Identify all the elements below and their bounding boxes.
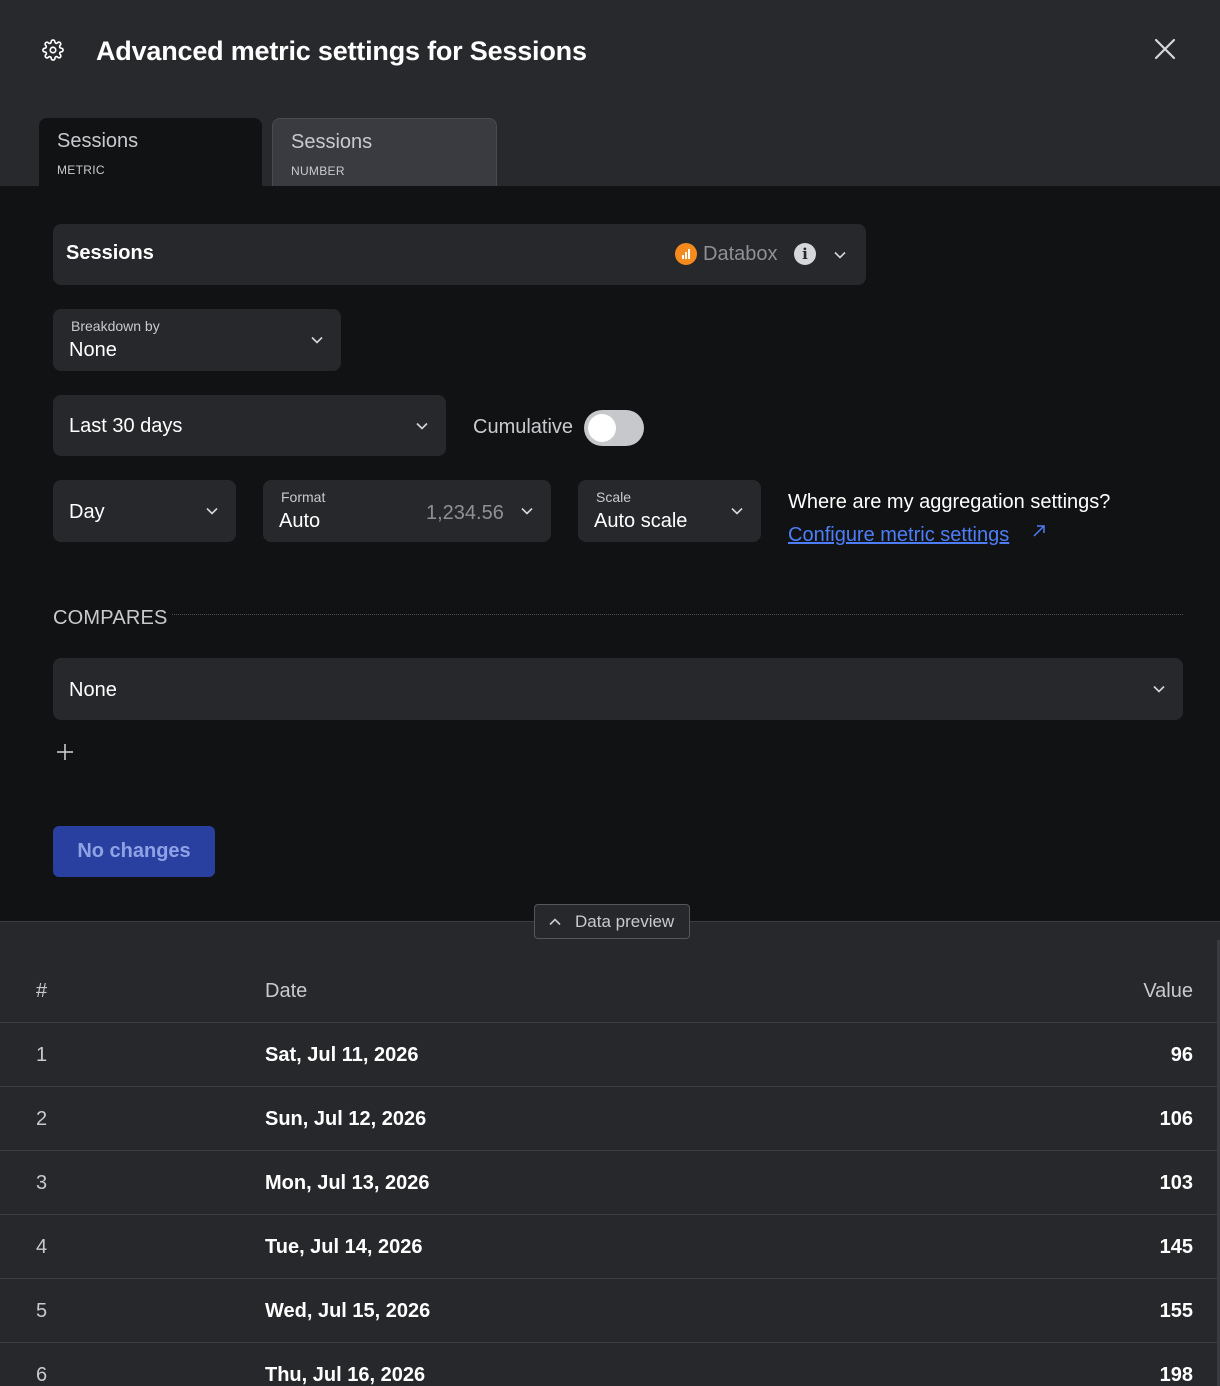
row-value: 145: [1159, 1236, 1193, 1258]
tab-sublabel: METRIC: [57, 163, 105, 177]
row-value: 198: [1159, 1364, 1193, 1386]
cumulative-label: Cumulative: [473, 416, 574, 438]
format-value: Auto: [279, 510, 321, 532]
breakdown-label: Breakdown by: [71, 318, 160, 334]
table-row: 2 Sun, Jul 12, 2026 106: [0, 1086, 1220, 1150]
format-example: 1,234.56: [426, 502, 504, 524]
tab-sublabel: NUMBER: [291, 164, 345, 178]
metric-select[interactable]: Sessions Databox i: [53, 224, 866, 285]
databox-logo-icon: [675, 243, 697, 265]
chevron-down-icon: [416, 422, 428, 430]
row-number: 5: [36, 1300, 48, 1322]
breakdown-value: None: [69, 339, 117, 361]
row-number: 4: [36, 1236, 48, 1258]
row-date: Mon, Jul 13, 2026: [265, 1172, 430, 1194]
link-text: Configure metric settings: [788, 524, 1010, 546]
table-row: 3 Mon, Jul 13, 2026 103: [0, 1150, 1220, 1214]
chevron-up-icon: [549, 918, 561, 926]
row-number: 2: [36, 1108, 48, 1130]
table-row: 4 Tue, Jul 14, 2026 145: [0, 1214, 1220, 1278]
row-date: Sat, Jul 11, 2026: [265, 1044, 419, 1066]
tab-label: Sessions: [291, 131, 373, 153]
format-label: Format: [281, 489, 326, 505]
add-compare-icon[interactable]: [54, 741, 76, 763]
date-range-value: Last 30 days: [69, 415, 183, 437]
data-preview-toggle[interactable]: Data preview: [534, 904, 690, 939]
granularity-value: Day: [69, 501, 105, 523]
breakdown-select[interactable]: Breakdown by None: [53, 309, 341, 371]
chevron-down-icon: [1153, 685, 1165, 693]
tab-label: Sessions: [57, 130, 139, 152]
scale-label: Scale: [596, 489, 632, 505]
modal-header: Advanced metric settings for Sessions Se…: [0, 0, 1220, 186]
close-icon[interactable]: [1150, 34, 1180, 64]
external-link-icon: [1033, 525, 1045, 537]
cumulative-toggle[interactable]: [584, 410, 644, 446]
row-date: Wed, Jul 15, 2026: [265, 1300, 431, 1322]
chevron-down-icon: [311, 336, 323, 344]
table-row: 1 Sat, Jul 11, 2026 96: [0, 1022, 1220, 1086]
settings-panel: [0, 186, 1220, 922]
row-number: 3: [36, 1172, 48, 1194]
row-value: 155: [1159, 1300, 1193, 1322]
configure-metric-settings-link[interactable]: Configure metric settings: [788, 524, 1045, 547]
row-value: 103: [1159, 1172, 1193, 1194]
column-header-num: #: [36, 980, 48, 1002]
row-date: Tue, Jul 14, 2026: [265, 1236, 423, 1258]
metric-name: Sessions: [66, 242, 154, 264]
granularity-select[interactable]: Day: [53, 480, 236, 542]
row-value: 106: [1159, 1108, 1193, 1130]
tab-number[interactable]: Sessions NUMBER: [272, 118, 497, 186]
compare-select[interactable]: None: [53, 658, 1183, 720]
save-button[interactable]: No changes: [53, 826, 215, 877]
table-row: 5 Wed, Jul 15, 2026 155: [0, 1278, 1220, 1342]
chevron-down-icon: [206, 507, 218, 515]
row-number: 1: [36, 1044, 48, 1066]
tab-metric[interactable]: Sessions METRIC: [39, 118, 262, 186]
column-header-date: Date: [265, 980, 308, 1002]
row-date: Sun, Jul 12, 2026: [265, 1108, 427, 1130]
date-range-select[interactable]: Last 30 days: [53, 395, 446, 456]
scale-select[interactable]: Scale Auto scale: [578, 480, 761, 542]
divider: [172, 614, 1183, 615]
compare-value: None: [69, 679, 117, 701]
modal-title: Advanced metric settings for Sessions: [96, 36, 587, 66]
compares-heading: COMPARES: [53, 607, 168, 629]
row-number: 6: [36, 1364, 48, 1386]
data-source-name: Databox: [703, 243, 778, 265]
gear-icon: [42, 39, 64, 61]
row-date: Thu, Jul 16, 2026: [265, 1364, 426, 1386]
chevron-down-icon: [521, 507, 533, 515]
info-icon[interactable]: i: [794, 243, 816, 265]
data-preview-label: Data preview: [575, 912, 675, 931]
scale-value: Auto scale: [594, 510, 688, 532]
table-row: 6 Thu, Jul 16, 2026 198: [0, 1342, 1220, 1386]
chevron-down-icon: [834, 251, 846, 259]
format-select[interactable]: Format Auto 1,234.56: [263, 480, 551, 542]
column-header-value: Value: [1143, 980, 1193, 1002]
chevron-down-icon: [731, 507, 743, 515]
row-value: 96: [1170, 1044, 1193, 1066]
aggregation-question: Where are my aggregation settings?: [788, 491, 1111, 513]
toggle-knob: [588, 414, 616, 442]
